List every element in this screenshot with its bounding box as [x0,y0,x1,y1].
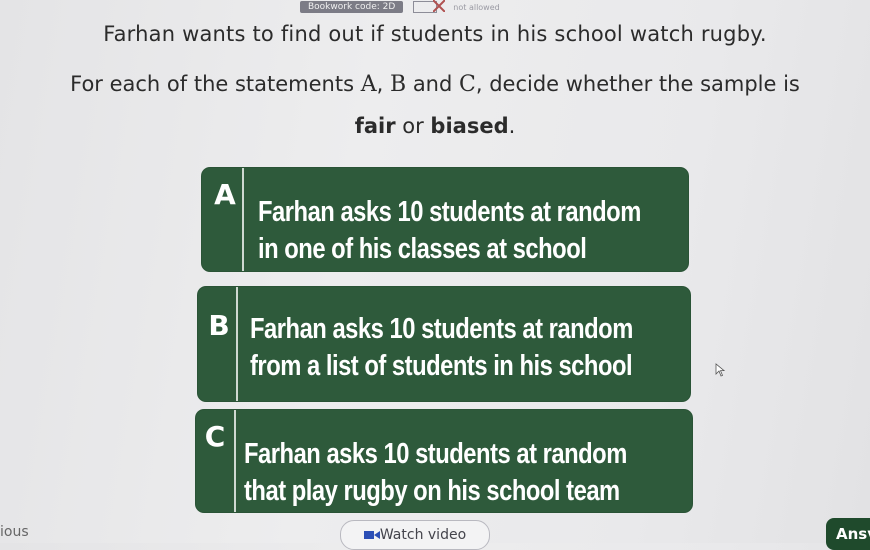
question-text: For each of the statements [70,72,361,96]
statement-card-a[interactable]: A Farhan asks 10 students at random in o… [202,168,688,271]
question-text: . [508,114,516,138]
statement-card-b[interactable]: B Farhan asks 10 students at random from… [198,287,690,401]
bookwork-code-badge: Bookwork code: 2D [300,1,404,13]
calculator-not-allowed-icon [413,0,446,13]
statement-ref-c: C [459,72,476,97]
question-text: , decide whether the sample is [475,72,800,96]
statement-card-c[interactable]: C Farhan asks 10 students at random that… [196,410,692,512]
statement-line: Farhan asks 10 students at random [258,196,641,228]
question-text: and [406,72,459,96]
watch-video-button[interactable]: Watch video [340,520,490,550]
statement-text: Farhan asks 10 students at random in one… [258,194,641,268]
top-bar: Bookwork code: 2D not allowed [300,0,600,14]
statement-text: Farhan asks 10 students at random that p… [244,436,627,510]
option-biased: biased [430,114,509,138]
question-text: , [376,72,390,96]
watch-video-label: Watch video [379,527,467,543]
statement-ref-a: A [360,72,377,97]
card-divider [242,168,244,271]
question-line-3: fair or biased. [0,114,870,138]
question-line-2: For each of the statements A, B and C, d… [0,72,870,97]
previous-button[interactable]: ious [0,524,29,540]
statement-letter: B [208,309,230,342]
card-divider [234,410,236,512]
statement-letter: A [214,178,236,211]
statement-line: Farhan asks 10 students at random [244,438,627,470]
statement-letter: C [204,420,226,453]
statement-text: Farhan asks 10 students at random from a… [250,311,633,385]
option-fair: fair [354,114,396,138]
card-divider [236,287,238,401]
statement-line: from a list of students in his school [250,350,633,382]
statement-line: Farhan asks 10 students at random [250,313,633,345]
question-line-1: Farhan wants to find out if students in … [103,22,767,46]
video-camera-icon [363,531,380,539]
answer-button[interactable]: Ansv [826,518,870,550]
calculator-status: not allowed [453,2,500,12]
statement-line: that play rugby on his school team [244,475,620,507]
statement-ref-b: B [389,72,407,97]
question-text: or [395,114,431,138]
statement-line: in one of his classes at school [258,233,587,265]
